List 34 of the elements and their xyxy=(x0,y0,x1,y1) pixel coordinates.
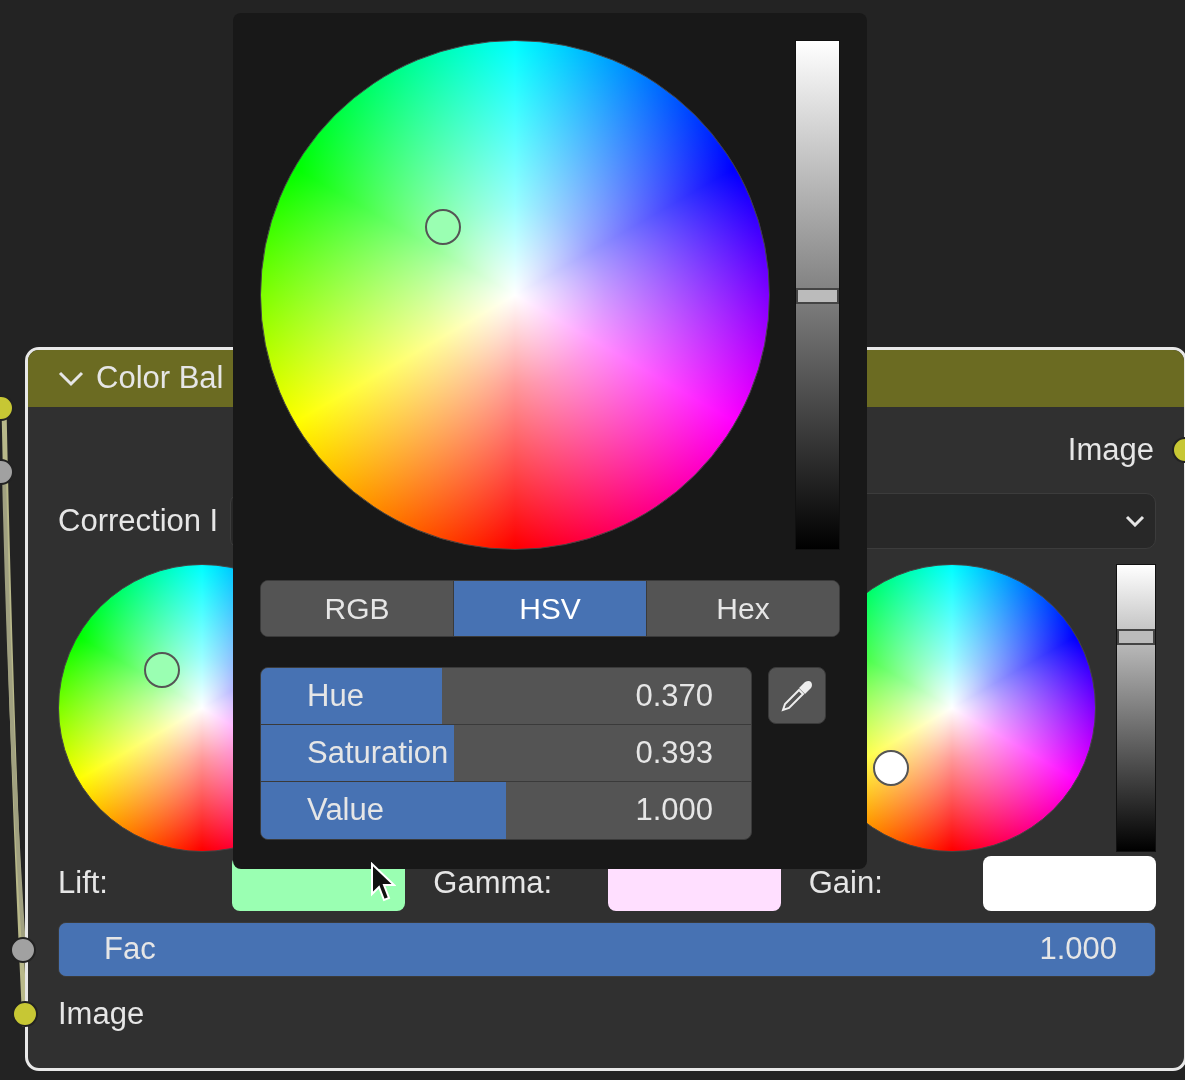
field-label: Correction I xyxy=(58,501,219,540)
caret-icon xyxy=(1125,515,1145,527)
socket-label: Image xyxy=(58,994,145,1033)
eyedropper-button[interactable] xyxy=(768,667,826,724)
socket-icon[interactable] xyxy=(10,936,36,963)
number-field[interactable]: Value 1.000 xyxy=(261,782,751,839)
node-title: Color Bal xyxy=(96,359,224,398)
slider-handle[interactable] xyxy=(796,288,839,304)
field-label: Hue xyxy=(307,676,364,715)
slider-label: Fac xyxy=(104,930,156,969)
field-label: Value xyxy=(307,791,384,830)
socket-label: Image xyxy=(1067,430,1154,469)
swatch-label: Gamma: xyxy=(433,863,553,902)
field-value: 0.370 xyxy=(635,676,713,715)
swatch-label: Lift: xyxy=(58,863,108,902)
mode-tab[interactable]: HSV xyxy=(454,581,647,636)
socket-icon[interactable] xyxy=(12,1001,38,1027)
field-label: Saturation xyxy=(307,733,449,772)
slider-value: 1.000 xyxy=(1039,930,1117,969)
value-slider[interactable] xyxy=(1116,564,1156,852)
field-value: 0.393 xyxy=(635,733,713,772)
number-field[interactable]: Hue 0.370 xyxy=(261,668,751,725)
wheel-handle[interactable] xyxy=(424,209,461,246)
value-slider[interactable] xyxy=(795,40,840,550)
swatch-label: Gain: xyxy=(808,863,883,902)
wheel-handle[interactable] xyxy=(873,750,910,787)
chevron-icon[interactable] xyxy=(58,370,84,387)
fac-slider[interactable]: Fac 1.000 xyxy=(58,922,1156,977)
wheel-handle[interactable] xyxy=(143,652,180,689)
field-value: 1.000 xyxy=(635,791,713,830)
number-field[interactable]: Saturation 0.393 xyxy=(261,725,751,782)
mode-tab[interactable]: RGB xyxy=(261,581,454,636)
color-swatch[interactable] xyxy=(983,855,1156,911)
slider-handle[interactable] xyxy=(1117,629,1155,645)
